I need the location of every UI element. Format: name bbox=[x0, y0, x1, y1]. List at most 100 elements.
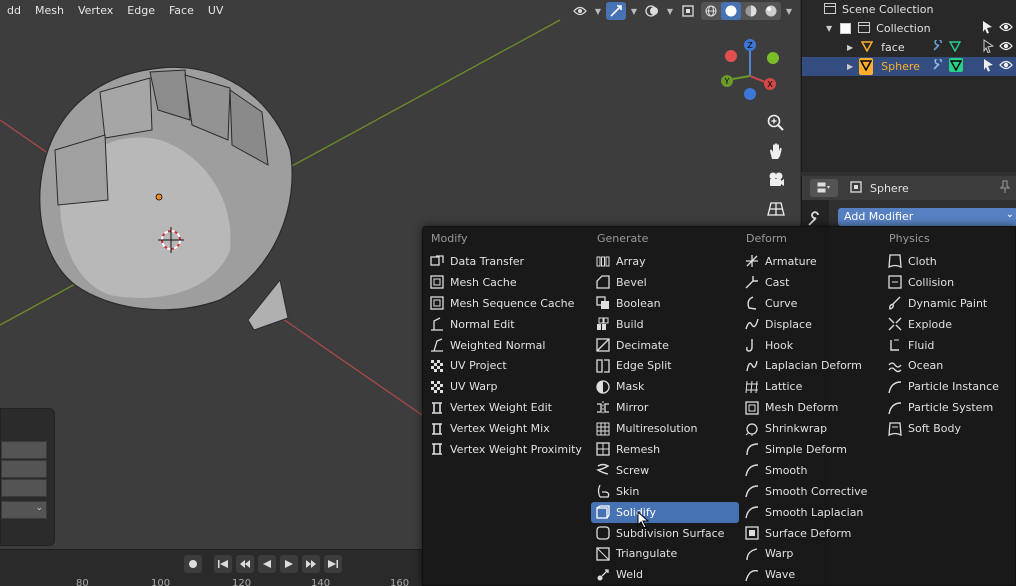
menu-item-mirror[interactable]: Mirror bbox=[591, 397, 739, 418]
frame-tick: 140 bbox=[311, 578, 331, 586]
menu-item-smooth-corrective[interactable]: Smooth Corrective bbox=[740, 481, 884, 502]
camera-view-icon[interactable] bbox=[763, 167, 789, 193]
menu-item-particle-system[interactable]: Particle System bbox=[883, 397, 1015, 418]
menu-item-hook[interactable]: Hook bbox=[740, 335, 884, 356]
shading-mode-group bbox=[701, 2, 781, 20]
zoom-icon[interactable] bbox=[763, 110, 789, 136]
operator-dropdown[interactable]: ⌄ bbox=[1, 501, 47, 519]
chevron-down-icon[interactable]: ▼ bbox=[629, 7, 639, 16]
menu-item-wave[interactable]: Wave bbox=[740, 564, 884, 585]
outliner-item-sphere[interactable]: ▶ Sphere bbox=[802, 57, 1016, 76]
xray-toggle-icon[interactable] bbox=[678, 2, 698, 20]
menu-item-data-transfer[interactable]: Data Transfer bbox=[425, 251, 591, 272]
menu-item-armature[interactable]: Armature bbox=[740, 251, 884, 272]
menu-item-mask[interactable]: Mask bbox=[591, 376, 739, 397]
menu-item-triangulate[interactable]: Triangulate bbox=[591, 543, 739, 564]
menu-item-array[interactable]: Array bbox=[591, 251, 739, 272]
play-icon[interactable] bbox=[280, 555, 298, 573]
operator-field[interactable] bbox=[1, 479, 47, 497]
pan-hand-icon[interactable] bbox=[763, 138, 789, 164]
menu-item-soft-body[interactable]: Soft Body bbox=[883, 418, 1015, 439]
menu-item-dynamic-paint[interactable]: Dynamic Paint bbox=[883, 293, 1015, 314]
menu-item-vertex-weight-edit[interactable]: Vertex Weight Edit bbox=[425, 397, 591, 418]
menu-item-remesh[interactable]: Remesh bbox=[591, 439, 739, 460]
menu-item-weighted-normal[interactable]: Weighted Normal bbox=[425, 335, 591, 356]
menu-uv[interactable]: UV bbox=[201, 0, 231, 22]
menu-item-cast[interactable]: Cast bbox=[740, 272, 884, 293]
menu-item-uv-warp[interactable]: UV Warp bbox=[425, 376, 591, 397]
expand-arrow-icon[interactable]: ▶ bbox=[847, 62, 853, 71]
operator-field[interactable] bbox=[1, 460, 47, 478]
menu-item-skin[interactable]: Skin bbox=[591, 481, 739, 502]
menu-item-vertex-weight-proximity[interactable]: Vertex Weight Proximity bbox=[425, 439, 591, 460]
menu-column-modify: Modify Data Transfer Mesh Cache Mesh Seq… bbox=[425, 227, 591, 460]
menu-item-decimate[interactable]: Decimate bbox=[591, 335, 739, 356]
outliner-item-face[interactable]: ▶ face bbox=[802, 38, 1016, 57]
menu-item-curve[interactable]: Curve bbox=[740, 293, 884, 314]
menu-item-laplacian-deform[interactable]: Laplacian Deform bbox=[740, 355, 884, 376]
menu-item-edge-split[interactable]: Edge Split bbox=[591, 355, 739, 376]
solid-shading-icon[interactable] bbox=[721, 2, 741, 20]
jump-end-icon[interactable] bbox=[324, 555, 342, 573]
menu-item-surface-deform[interactable]: Surface Deform bbox=[740, 523, 884, 544]
record-icon[interactable] bbox=[184, 555, 202, 573]
perspective-grid-icon[interactable] bbox=[763, 196, 789, 222]
visibility-eye-icon[interactable] bbox=[570, 2, 590, 20]
next-keyframe-icon[interactable] bbox=[302, 555, 320, 573]
menu-item-simple-deform[interactable]: Simple Deform bbox=[740, 439, 884, 460]
menu-face[interactable]: Face bbox=[162, 0, 201, 22]
menu-item-lattice[interactable]: Lattice bbox=[740, 376, 884, 397]
menu-item-cloth[interactable]: Cloth bbox=[883, 251, 1015, 272]
menu-item-subdivision-surface[interactable]: Subdivision Surface bbox=[591, 523, 739, 544]
menu-edge[interactable]: Edge bbox=[120, 0, 162, 22]
menu-item-explode[interactable]: Explode bbox=[883, 314, 1015, 335]
editor-type-icon[interactable] bbox=[810, 179, 838, 197]
menu-item-shrinkwrap[interactable]: Shrinkwrap bbox=[740, 418, 884, 439]
jump-start-icon[interactable] bbox=[214, 555, 232, 573]
menu-item-screw[interactable]: Screw bbox=[591, 460, 739, 481]
play-reverse-icon[interactable] bbox=[258, 555, 276, 573]
checkbox-checked-icon[interactable] bbox=[840, 23, 852, 34]
chevron-down-icon[interactable]: ▼ bbox=[784, 7, 794, 16]
menu-item-uv-project[interactable]: UV Project bbox=[425, 355, 591, 376]
wireframe-shading-icon[interactable] bbox=[701, 2, 721, 20]
expand-arrow-icon[interactable]: ▶ bbox=[847, 43, 853, 52]
chevron-down-icon[interactable]: ▼ bbox=[593, 7, 603, 16]
menu-item-boolean[interactable]: Boolean bbox=[591, 293, 739, 314]
prev-keyframe-icon[interactable] bbox=[236, 555, 254, 573]
menu-item-weld[interactable]: Weld bbox=[591, 564, 739, 585]
menu-item-fluid[interactable]: Fluid bbox=[883, 335, 1015, 356]
menu-item-particle-instance[interactable]: Particle Instance bbox=[883, 376, 1015, 397]
menu-item-displace[interactable]: Displace bbox=[740, 314, 884, 335]
material-shading-icon[interactable] bbox=[741, 2, 761, 20]
menu-item-build[interactable]: Build bbox=[591, 314, 739, 335]
outliner-collection[interactable]: ▼ Collection bbox=[802, 19, 1016, 38]
menu-item-smooth[interactable]: Smooth bbox=[740, 460, 884, 481]
gizmo-toggle-icon[interactable] bbox=[606, 2, 626, 20]
menu-item-collision[interactable]: Collision bbox=[883, 272, 1015, 293]
chevron-down-icon[interactable]: ▼ bbox=[665, 7, 675, 16]
menu-item-multiresolution[interactable]: Multiresolution bbox=[591, 418, 739, 439]
pin-icon[interactable] bbox=[999, 180, 1011, 197]
menu-vertex[interactable]: Vertex bbox=[71, 0, 120, 22]
operator-field[interactable] bbox=[1, 441, 47, 459]
add-modifier-dropdown[interactable]: Add Modifier bbox=[838, 208, 1016, 226]
menu-add[interactable]: dd bbox=[0, 0, 28, 22]
menu-item-mesh-deform[interactable]: Mesh Deform bbox=[740, 397, 884, 418]
menu-item-normal-edit[interactable]: Normal Edit bbox=[425, 314, 591, 335]
column-heading-generate: Generate bbox=[597, 232, 649, 245]
menu-item-ocean[interactable]: Ocean bbox=[883, 355, 1015, 376]
menu-item-smooth-laplacian[interactable]: Smooth Laplacian bbox=[740, 502, 884, 523]
menu-mesh[interactable]: Mesh bbox=[28, 0, 71, 22]
menu-item-mesh-cache[interactable]: Mesh Cache bbox=[425, 272, 591, 293]
menu-item-vertex-weight-mix[interactable]: Vertex Weight Mix bbox=[425, 418, 591, 439]
rendered-shading-icon[interactable] bbox=[761, 2, 781, 20]
menu-item-mesh-sequence-cache[interactable]: Mesh Sequence Cache bbox=[425, 293, 591, 314]
navigation-gizmo[interactable]: Z Y X bbox=[715, 36, 785, 106]
expand-arrow-icon[interactable]: ▼ bbox=[826, 24, 832, 33]
outliner-scene-collection[interactable]: Scene Collection bbox=[802, 0, 1016, 19]
overlays-icon[interactable] bbox=[642, 2, 662, 20]
menu-item-warp[interactable]: Warp bbox=[740, 543, 884, 564]
menu-item-solidify[interactable]: Solidify bbox=[591, 501, 739, 523]
menu-item-bevel[interactable]: Bevel bbox=[591, 272, 739, 293]
